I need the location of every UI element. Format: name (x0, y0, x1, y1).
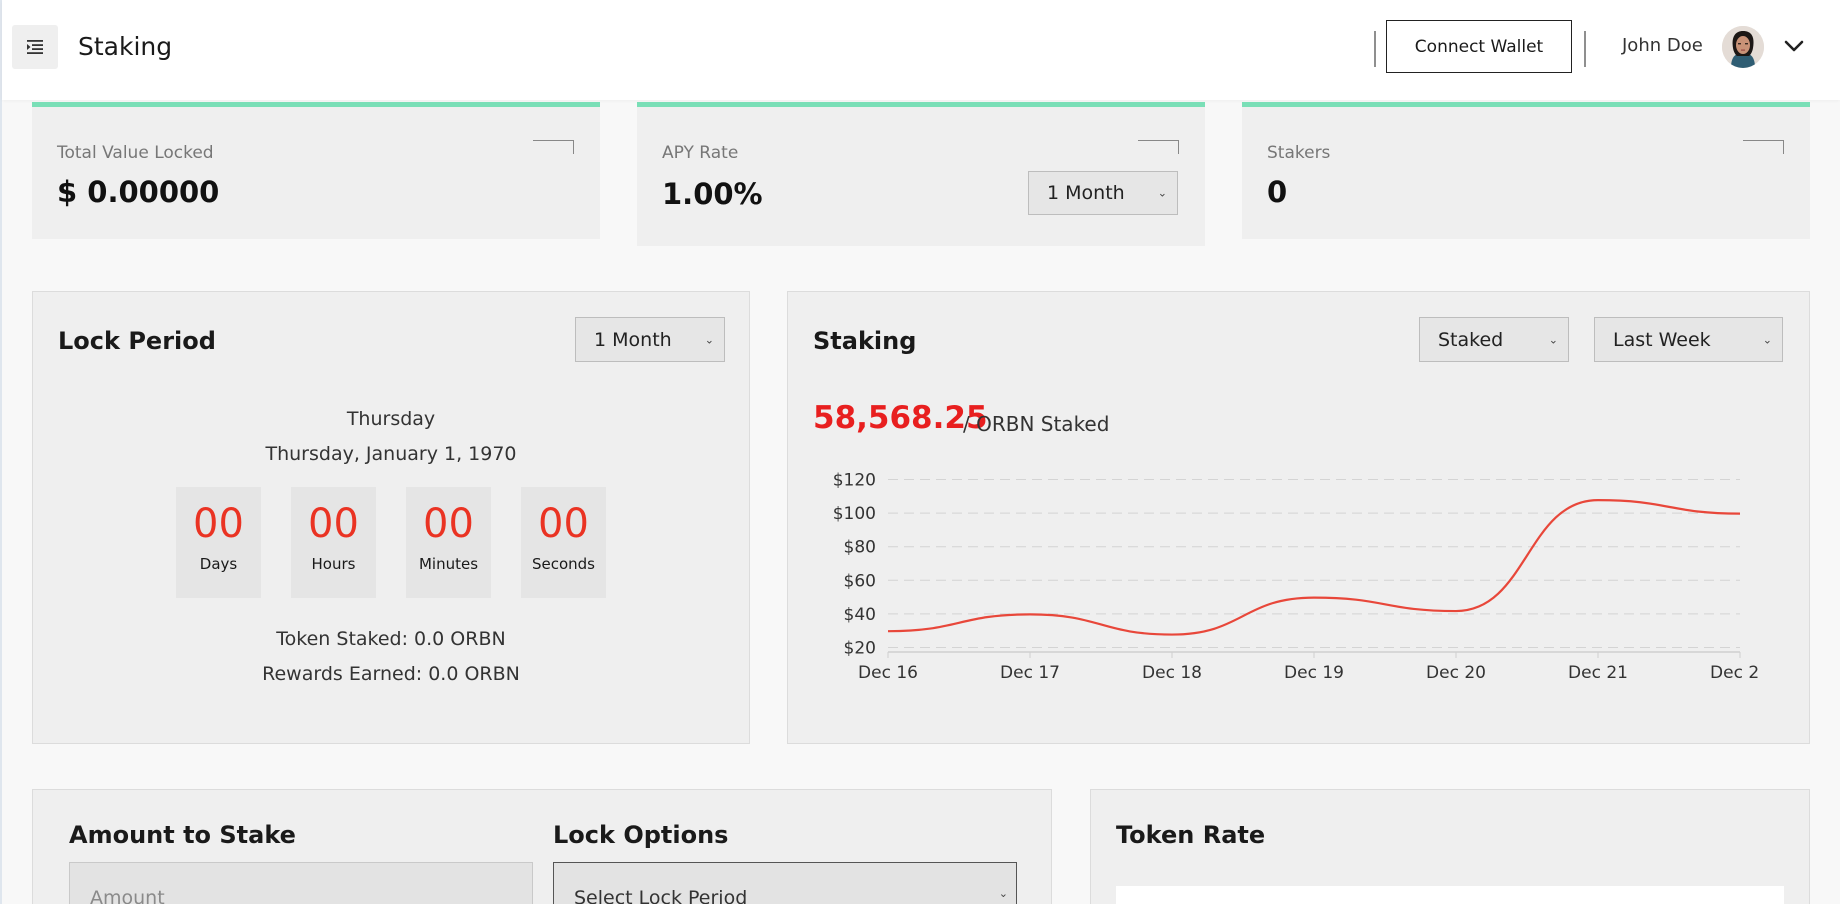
countdown-seconds-label: Seconds (531, 555, 596, 573)
x-tick-label: Dec 17 (1000, 663, 1060, 683)
amount-placeholder: Amount (90, 887, 165, 904)
chevron-down-icon (1784, 40, 1804, 52)
tvl-label: Total Value Locked (57, 143, 214, 163)
countdown-minutes-label: Minutes (418, 555, 479, 573)
y-tick-label: $60 (844, 571, 876, 591)
stakers-card: Stakers 0 (1242, 102, 1810, 239)
apy-period-value: 1 Month (1047, 182, 1125, 204)
token-rate-panel: Token Rate (1090, 789, 1810, 904)
lock-options-title: Lock Options (553, 821, 729, 849)
apy-card: APY Rate 1.00% 1 Month ⌄ (637, 102, 1205, 246)
x-tick-label: Dec 18 (1142, 663, 1202, 683)
countdown-days: 00 Days (176, 487, 261, 598)
range-select[interactable]: Last Week ⌄ (1594, 317, 1783, 362)
top-header: Staking Connect Wallet John Doe (2, 0, 1840, 100)
series-line (887, 499, 1741, 636)
tvl-value: $ 0.00000 (57, 175, 220, 209)
staking-chart-title: Staking (813, 327, 917, 355)
countdown-hours: 00 Hours (291, 487, 376, 598)
menu-indent-icon (27, 40, 43, 54)
select-caret-icon: ⌄ (1548, 333, 1558, 346)
range-select-value: Last Week (1613, 328, 1711, 351)
apy-value: 1.00% (662, 177, 763, 211)
metric-select[interactable]: Staked ⌄ (1419, 317, 1569, 362)
menu-toggle-button[interactable] (12, 25, 58, 69)
staked-unit: / ORBN Staked (963, 412, 1110, 436)
x-tick-label: Dec 22 (1710, 663, 1760, 683)
metric-select-value: Staked (1438, 328, 1504, 351)
x-tick-label: Dec 20 (1426, 663, 1486, 683)
card-corner-icon (1743, 140, 1784, 154)
header-divider (1374, 31, 1376, 67)
stakers-label: Stakers (1267, 143, 1331, 163)
x-tick-label: Dec 16 (858, 663, 918, 683)
countdown-hours-value: 00 (308, 501, 359, 547)
lock-options-placeholder: Select Lock Period (574, 887, 748, 904)
lock-period-title: Lock Period (58, 327, 216, 355)
staked-total: 58,568.25 (813, 400, 988, 436)
card-corner-icon (1138, 140, 1179, 154)
apy-period-select[interactable]: 1 Month ⌄ (1028, 171, 1178, 215)
token-rate-title: Token Rate (1116, 821, 1266, 849)
select-caret-icon: ⌄ (998, 887, 1008, 900)
page-edge (0, 0, 2, 904)
y-tick-label: $100 (833, 504, 876, 524)
avatar[interactable] (1722, 26, 1764, 68)
y-tick-label: $40 (844, 605, 876, 625)
stakers-value: 0 (1267, 175, 1288, 209)
connect-wallet-button[interactable]: Connect Wallet (1386, 20, 1572, 73)
token-rate-card (1116, 886, 1784, 904)
countdown-minutes-value: 00 (423, 501, 474, 547)
lock-period-value: 1 Month (594, 328, 672, 351)
rewards-earned-text: Rewards Earned: 0.0 ORBN (262, 663, 520, 685)
x-tick-label: Dec 21 (1568, 663, 1628, 683)
y-tick-label: $80 (844, 538, 876, 558)
lock-options-select[interactable]: Select Lock Period ⌄ (553, 862, 1017, 904)
apy-label: APY Rate (662, 143, 739, 163)
amount-title: Amount to Stake (69, 821, 296, 849)
lock-period-select[interactable]: 1 Month ⌄ (575, 317, 725, 362)
countdown-days-value: 00 (193, 501, 244, 547)
page-title: Staking (78, 32, 173, 61)
y-tick-label: $120 (833, 471, 876, 491)
countdown-hours-label: Hours (311, 555, 356, 573)
lock-day: Thursday (346, 408, 436, 430)
y-tick-label: $20 (844, 639, 876, 659)
header-divider (1584, 31, 1586, 67)
lock-period-panel: Lock Period 1 Month ⌄ Thursday Thursday,… (32, 291, 750, 744)
amount-input[interactable]: Amount (69, 862, 533, 904)
user-menu-toggle[interactable] (1780, 34, 1808, 58)
stake-form-panel: Amount to Stake Lock Options Amount Sele… (32, 789, 1052, 904)
card-corner-icon (533, 140, 574, 154)
select-caret-icon: ⌄ (704, 333, 714, 346)
select-caret-icon: ⌄ (1157, 186, 1167, 200)
countdown-days-label: Days (199, 555, 238, 573)
token-staked-text: Token Staked: 0.0 ORBN (276, 628, 506, 650)
tvl-card: Total Value Locked $ 0.00000 (32, 102, 600, 239)
staking-line-chart: $120 $100 $80 $60 $40 $20 Dec 16 Dec 17 Dec 18 De… (833, 471, 1760, 684)
user-name[interactable]: John Doe (1622, 35, 1703, 56)
lock-date: Thursday, January 1, 1970 (265, 443, 517, 465)
countdown-seconds-value: 00 (538, 501, 589, 547)
x-tick-label: Dec 19 (1284, 663, 1344, 683)
countdown-minutes: 00 Minutes (406, 487, 491, 598)
select-caret-icon: ⌄ (1762, 333, 1772, 346)
user-avatar-image (1722, 26, 1764, 68)
countdown-seconds: 00 Seconds (521, 487, 606, 598)
